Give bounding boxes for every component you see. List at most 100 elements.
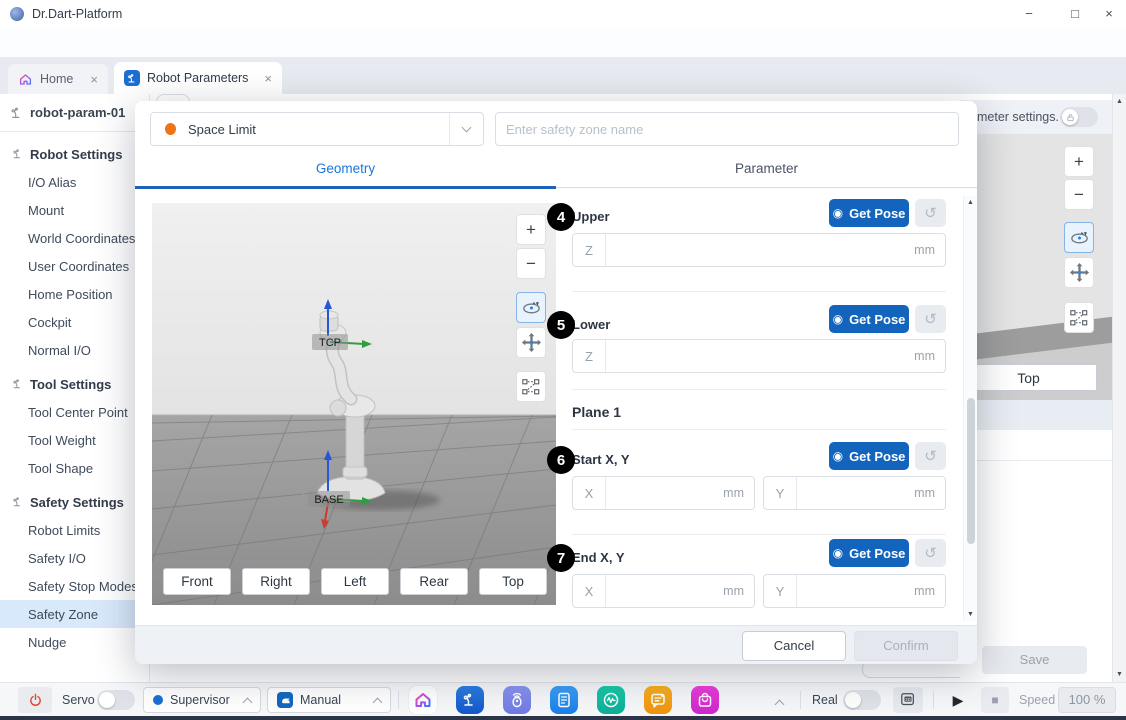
start-get-pose-button[interactable]: ◉ Get Pose xyxy=(829,442,909,470)
sidebar-item-io-alias[interactable]: I/O Alias xyxy=(0,168,150,196)
end-x-input[interactable]: X mm xyxy=(572,574,755,608)
step-badge-6: 6 xyxy=(547,446,575,474)
bg-view-top-button[interactable]: Top xyxy=(960,364,1097,391)
upper-z-value[interactable] xyxy=(606,234,915,266)
sidebar-item-tool-weight[interactable]: Tool Weight xyxy=(0,426,150,454)
bg-measure-button[interactable] xyxy=(1064,302,1094,333)
home-icon xyxy=(19,73,32,85)
sidebar-item-safety-zone[interactable]: Safety Zone xyxy=(0,600,150,628)
confirm-button[interactable]: Confirm xyxy=(854,631,958,661)
sidebar-item-world-coordinates[interactable]: World Coordinates xyxy=(0,224,150,252)
start-reset-button[interactable]: ↺ xyxy=(915,442,946,470)
simulation-3d-button[interactable]: 3D xyxy=(893,687,923,713)
user-role-select[interactable]: Supervisor xyxy=(143,687,261,713)
sidebar-item-user-coordinates[interactable]: User Coordinates xyxy=(0,252,150,280)
scroll-up-icon[interactable]: ▲ xyxy=(1113,98,1126,105)
lower-z-input[interactable]: Z mm xyxy=(572,339,946,373)
sidebar-item-cockpit[interactable]: Cockpit xyxy=(0,308,150,336)
robot-parameters-icon xyxy=(124,70,140,86)
main-scrollbar[interactable]: ▲ ▼ xyxy=(1112,94,1126,682)
dock-store-icon[interactable] xyxy=(691,686,719,714)
pan-view-button[interactable] xyxy=(516,327,546,358)
rotate-view-button[interactable] xyxy=(516,292,546,323)
view-left-button[interactable]: Left xyxy=(321,568,389,595)
zoom-out-button[interactable]: − xyxy=(516,248,546,279)
minimize-button[interactable]: − xyxy=(1012,0,1046,28)
bg-zoom-out-button[interactable]: − xyxy=(1064,179,1094,210)
view-rear-button[interactable]: Rear xyxy=(400,568,468,595)
background-3d-viewer[interactable]: + − xyxy=(960,134,1112,400)
scroll-down-icon[interactable]: ▼ xyxy=(1113,671,1126,678)
divider xyxy=(398,691,399,709)
view-top-button[interactable]: Top xyxy=(479,568,547,595)
dock-monitor-icon[interactable] xyxy=(597,686,625,714)
dock-robot-parameters-icon[interactable] xyxy=(456,686,484,714)
measure-button[interactable] xyxy=(516,371,546,402)
upper-get-pose-button[interactable]: ◉ Get Pose xyxy=(829,199,909,227)
dock-message-icon[interactable] xyxy=(644,686,672,714)
real-mode-toggle[interactable] xyxy=(843,690,881,710)
start-x-input[interactable]: X mm xyxy=(572,476,755,510)
robot-icon xyxy=(11,107,20,118)
sidebar-item-tool-shape[interactable]: Tool Shape xyxy=(0,454,150,482)
dock-jog-icon[interactable] xyxy=(503,686,531,714)
view-front-button[interactable]: Front xyxy=(163,568,231,595)
sidebar-item-nudge[interactable]: Nudge xyxy=(0,628,150,656)
upper-z-input[interactable]: Z mm xyxy=(572,233,946,267)
lower-z-value[interactable] xyxy=(606,340,915,372)
zone-name-input[interactable] xyxy=(495,112,959,146)
scrollbar-thumb[interactable] xyxy=(967,398,975,544)
sidebar-item-mount[interactable]: Mount xyxy=(0,196,150,224)
end-get-pose-button[interactable]: ◉ Get Pose xyxy=(829,539,909,567)
view-right-button[interactable]: Right xyxy=(242,568,310,595)
speed-value-box[interactable]: 100 % xyxy=(1058,687,1116,713)
end-reset-button[interactable]: ↺ xyxy=(915,539,946,567)
end-y-input[interactable]: Y mm xyxy=(763,574,946,608)
sidebar-item-tool-center-point[interactable]: Tool Center Point xyxy=(0,398,150,426)
robot-mode-select[interactable]: Manual xyxy=(267,687,391,713)
settings-lock-toggle[interactable] xyxy=(1060,107,1098,127)
tab-geometry[interactable]: Geometry xyxy=(135,149,556,187)
end-x-value[interactable] xyxy=(606,575,724,607)
stop-button[interactable]: ■ xyxy=(981,687,1009,713)
sidebar-item-safety-io[interactable]: Safety I/O xyxy=(0,544,150,572)
bg-zoom-in-button[interactable]: + xyxy=(1064,146,1094,177)
tab-home[interactable]: Home × xyxy=(8,64,108,94)
lower-reset-button[interactable]: ↺ xyxy=(915,305,946,333)
play-button[interactable]: ▶ xyxy=(945,687,971,713)
tab-parameter[interactable]: Parameter xyxy=(556,149,977,187)
zone-3d-viewer[interactable]: TCP BASE + − Front Right Left Rear Top xyxy=(152,203,556,605)
sidebar-item-safety-stop-modes[interactable]: Safety Stop Modes xyxy=(0,572,150,600)
dock-home-icon[interactable] xyxy=(409,686,437,714)
start-x-value[interactable] xyxy=(606,477,724,509)
bg-pan-view-button[interactable] xyxy=(1064,257,1094,288)
power-button[interactable] xyxy=(18,687,52,713)
zone-type-select[interactable]: Space Limit xyxy=(150,112,484,146)
scroll-down-icon[interactable]: ▼ xyxy=(964,611,977,618)
dock-collapse-icon[interactable] xyxy=(774,699,785,710)
maximize-button[interactable]: □ xyxy=(1058,0,1092,28)
tab-robot-parameters[interactable]: Robot Parameters × xyxy=(114,62,282,94)
sidebar-robot-param-item[interactable]: robot-param-01 xyxy=(0,94,150,132)
tab-robot-parameters-close-icon[interactable]: × xyxy=(264,71,272,86)
save-button[interactable]: Save xyxy=(982,646,1087,674)
sidebar-item-normal-io[interactable]: Normal I/O xyxy=(0,336,150,364)
lower-get-pose-button[interactable]: ◉ Get Pose xyxy=(829,305,909,333)
sidebar-header-safety-settings: Safety Settings xyxy=(0,488,150,516)
bg-rotate-view-button[interactable] xyxy=(1064,222,1094,253)
cancel-button[interactable]: Cancel xyxy=(742,631,846,661)
tab-home-close-icon[interactable]: × xyxy=(90,72,98,87)
servo-toggle[interactable] xyxy=(97,690,135,710)
close-button[interactable]: × xyxy=(1092,0,1126,28)
start-y-input[interactable]: Y mm xyxy=(763,476,946,510)
orbit-icon xyxy=(1070,231,1088,244)
dock-task-icon[interactable] xyxy=(550,686,578,714)
sidebar-item-robot-limits[interactable]: Robot Limits xyxy=(0,516,150,544)
start-y-value[interactable] xyxy=(797,477,915,509)
sidebar-item-home-position[interactable]: Home Position xyxy=(0,280,150,308)
dialog-scrollbar[interactable]: ▲ ▼ xyxy=(963,196,977,621)
end-y-value[interactable] xyxy=(797,575,915,607)
upper-reset-button[interactable]: ↺ xyxy=(915,199,946,227)
zoom-in-button[interactable]: + xyxy=(516,214,546,245)
scroll-up-icon[interactable]: ▲ xyxy=(964,199,977,206)
